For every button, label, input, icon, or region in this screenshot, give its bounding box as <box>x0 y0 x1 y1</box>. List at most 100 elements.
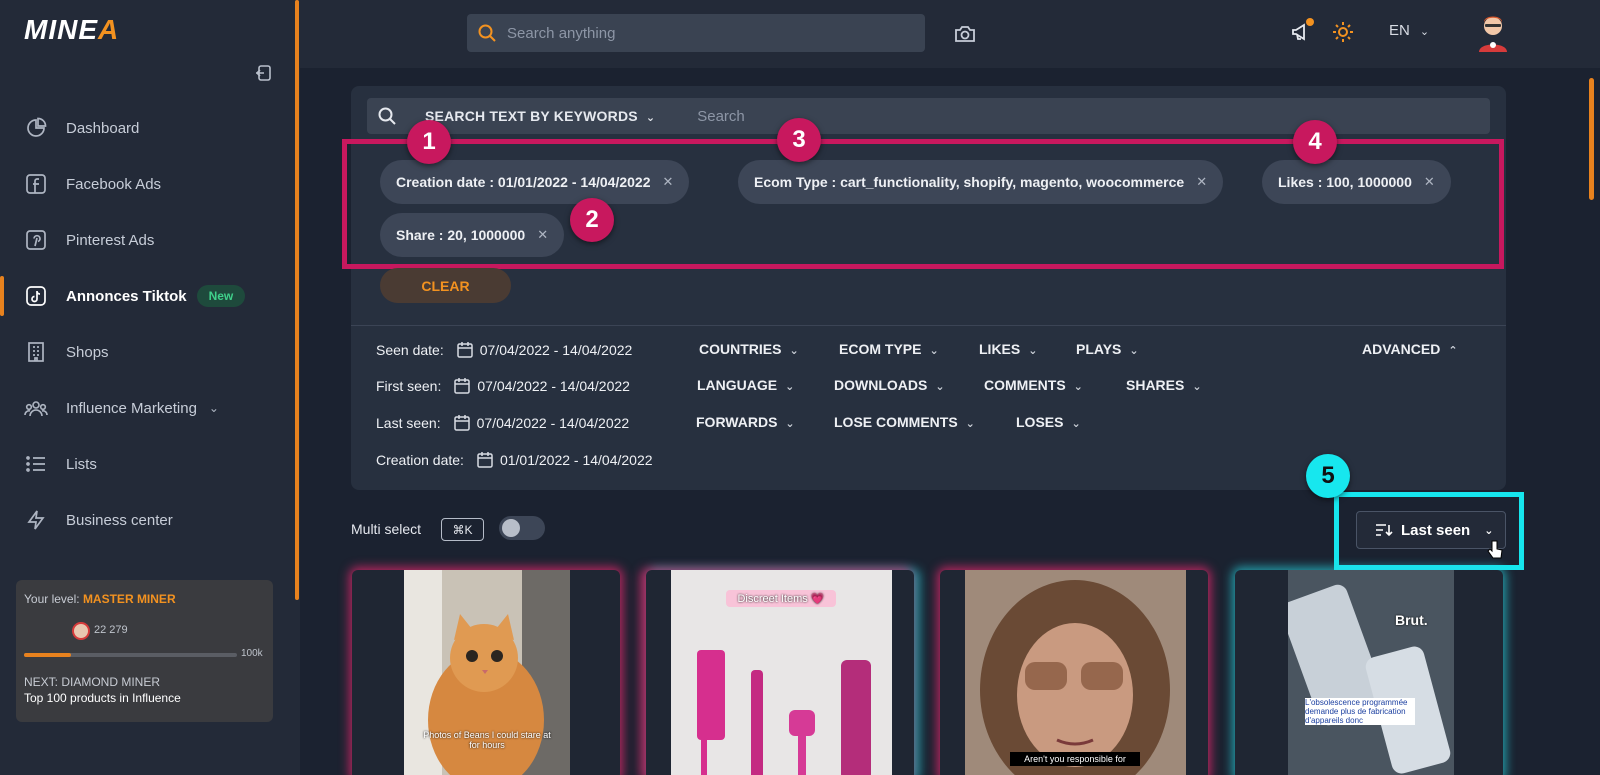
keyword-mode-label: SEARCH TEXT BY KEYWORDS <box>425 108 638 124</box>
dropdown-label: LOSES <box>1016 414 1064 430</box>
sidebar-item-label: Influence Marketing <box>66 399 197 417</box>
chevron-down-icon: ⌄ <box>1419 26 1430 38</box>
chevron-down-icon: ⌄ <box>1028 345 1038 357</box>
seen-date-row[interactable]: Seen date: 07/04/2022 - 14/04/2022 <box>376 341 632 359</box>
ecom-type-dropdown[interactable]: ECOM TYPE ⌄ <box>839 341 939 357</box>
annotation-highlight-filters <box>342 139 1504 269</box>
sidebar-item-label: Pinterest Ads <box>66 231 155 249</box>
lose-comments-dropdown[interactable]: LOSE COMMENTS ⌄ <box>834 414 975 430</box>
ad-card[interactable]: Discreet Items 💗 <box>646 570 914 775</box>
advanced-toggle[interactable]: ADVANCED ⌃ <box>1362 341 1458 357</box>
comments-dropdown[interactable]: COMMENTS ⌄ <box>984 377 1083 393</box>
calendar-icon <box>454 378 471 394</box>
sun-icon[interactable] <box>1332 21 1354 43</box>
sidebar-item-lists[interactable]: Lists <box>0 436 295 492</box>
ad-thumbnail[interactable] <box>965 570 1186 775</box>
calendar-icon <box>477 452 493 468</box>
chevron-down-icon: ⌄ <box>1192 381 1202 393</box>
sidebar-scrollbar[interactable] <box>295 0 299 600</box>
sidebar-item-pinterest-ads[interactable]: Pinterest Ads <box>0 212 295 268</box>
dropdown-label: COUNTRIES <box>699 341 782 357</box>
chevron-down-icon: ⌄ <box>935 381 945 393</box>
forwards-dropdown[interactable]: FORWARDS ⌄ <box>696 414 795 430</box>
calendar-icon <box>456 342 473 358</box>
chevron-down-icon: ⌄ <box>785 381 795 393</box>
level-progress-max: 100k <box>241 648 263 659</box>
language-selector[interactable]: EN ⌄ <box>1389 22 1429 39</box>
notification-dot <box>1306 18 1314 26</box>
ad-card[interactable]: Photos of Beans I could stare at for hou… <box>352 570 620 775</box>
lightning-icon <box>24 508 48 532</box>
sidebar-item-label: Annonces Tiktok <box>66 287 187 305</box>
global-search-input[interactable] <box>507 24 887 42</box>
chevron-down-icon: ⌄ <box>965 418 975 430</box>
shares-dropdown[interactable]: SHARES ⌄ <box>1126 377 1202 393</box>
chevron-down-icon: ⌄ <box>785 418 795 430</box>
dropdown-label: ADVANCED <box>1362 341 1441 357</box>
last-seen-label: Last seen: <box>376 415 441 431</box>
level-avatar <box>72 622 90 640</box>
dropdown-label: DOWNLOADS <box>834 377 928 393</box>
ad-caption: Aren't you responsible for <box>1010 752 1140 766</box>
collapse-sidebar-icon[interactable] <box>253 63 273 83</box>
calendar-icon <box>453 415 470 431</box>
pie-chart-icon <box>24 116 48 140</box>
level-line: Your level: MASTER MINER <box>24 592 265 606</box>
downloads-dropdown[interactable]: DOWNLOADS ⌄ <box>834 377 945 393</box>
global-search[interactable] <box>467 14 925 52</box>
loses-dropdown[interactable]: LOSES ⌄ <box>1016 414 1081 430</box>
creation-date-label: Creation date: <box>376 452 464 468</box>
dropdown-label: LOSE COMMENTS <box>834 414 958 430</box>
sidebar-item-label: Lists <box>66 455 97 473</box>
page-scrollbar[interactable] <box>1589 78 1594 200</box>
chevron-up-icon: ⌃ <box>1448 345 1458 357</box>
next-level-description: Top 100 products in Influence <box>24 691 181 705</box>
multi-select-toggle[interactable] <box>499 516 545 540</box>
countries-dropdown[interactable]: COUNTRIES ⌄ <box>699 341 799 357</box>
seen-date-value: 07/04/2022 - 14/04/2022 <box>479 342 633 358</box>
sidebar-item-facebook-ads[interactable]: Facebook Ads <box>0 156 295 212</box>
search-icon <box>378 107 396 125</box>
last-seen-row[interactable]: Last seen: 07/04/2022 - 14/04/2022 <box>376 414 629 432</box>
sidebar-item-dashboard[interactable]: Dashboard <box>0 100 295 156</box>
sidebar-item-label: Shops <box>66 343 109 361</box>
likes-dropdown[interactable]: LIKES ⌄ <box>979 341 1037 357</box>
creation-date-value: 01/01/2022 - 14/04/2022 <box>499 452 653 468</box>
dropdown-label: PLAYS <box>1076 341 1122 357</box>
user-avatar[interactable] <box>1476 12 1510 52</box>
level-name: MASTER MINER <box>82 592 176 606</box>
keyword-mode-dropdown[interactable]: SEARCH TEXT BY KEYWORDS ⌄ <box>425 108 655 124</box>
annotation-badge-1: 1 <box>407 120 451 164</box>
sidebar-item-business-center[interactable]: Business center <box>0 492 295 548</box>
language-dropdown[interactable]: LANGUAGE ⌄ <box>697 377 794 393</box>
tiktok-icon <box>24 284 48 308</box>
seen-date-label: Seen date: <box>376 342 444 358</box>
clear-filters-button[interactable]: CLEAR <box>380 268 511 303</box>
ad-thumbnail[interactable] <box>1288 570 1454 775</box>
ad-card[interactable]: Aren't you responsible for <box>940 570 1208 775</box>
ad-subcaption: L'obsolescence programmée demande plus d… <box>1305 698 1415 725</box>
building-icon <box>24 340 48 364</box>
new-badge: New <box>196 285 246 307</box>
dropdown-label: COMMENTS <box>984 377 1066 393</box>
sidebar-item-annonces-tiktok[interactable]: Annonces Tiktok New <box>0 268 295 324</box>
first-seen-row[interactable]: First seen: 07/04/2022 - 14/04/2022 <box>376 377 630 395</box>
camera-icon[interactable] <box>953 22 977 46</box>
creation-date-row[interactable]: Creation date: 01/01/2022 - 14/04/2022 <box>376 451 653 469</box>
chevron-down-icon: ⌄ <box>1129 345 1139 357</box>
toggle-knob <box>502 519 520 537</box>
plays-dropdown[interactable]: PLAYS ⌄ <box>1076 341 1139 357</box>
dropdown-label: SHARES <box>1126 377 1185 393</box>
chevron-down-icon: ⌄ <box>789 345 799 357</box>
sidebar-item-shops[interactable]: Shops <box>0 324 295 380</box>
minea-logo[interactable]: MINEA <box>24 14 119 46</box>
ad-caption: Photos of Beans I could stare at for hou… <box>423 730 551 750</box>
ad-card[interactable]: Brut. L'obsolescence programmée demande … <box>1235 570 1503 775</box>
sidebar-item-influence-marketing[interactable]: Influence Marketing ⌄ <box>0 380 295 436</box>
level-progress-bar <box>24 653 237 657</box>
hand-cursor-icon <box>1487 540 1503 559</box>
first-seen-label: First seen: <box>376 378 442 394</box>
level-card[interactable]: Your level: MASTER MINER 22 279 100k NEX… <box>16 580 273 722</box>
dropdown-label: LIKES <box>979 341 1021 357</box>
chevron-down-icon: ⌄ <box>1071 418 1081 430</box>
